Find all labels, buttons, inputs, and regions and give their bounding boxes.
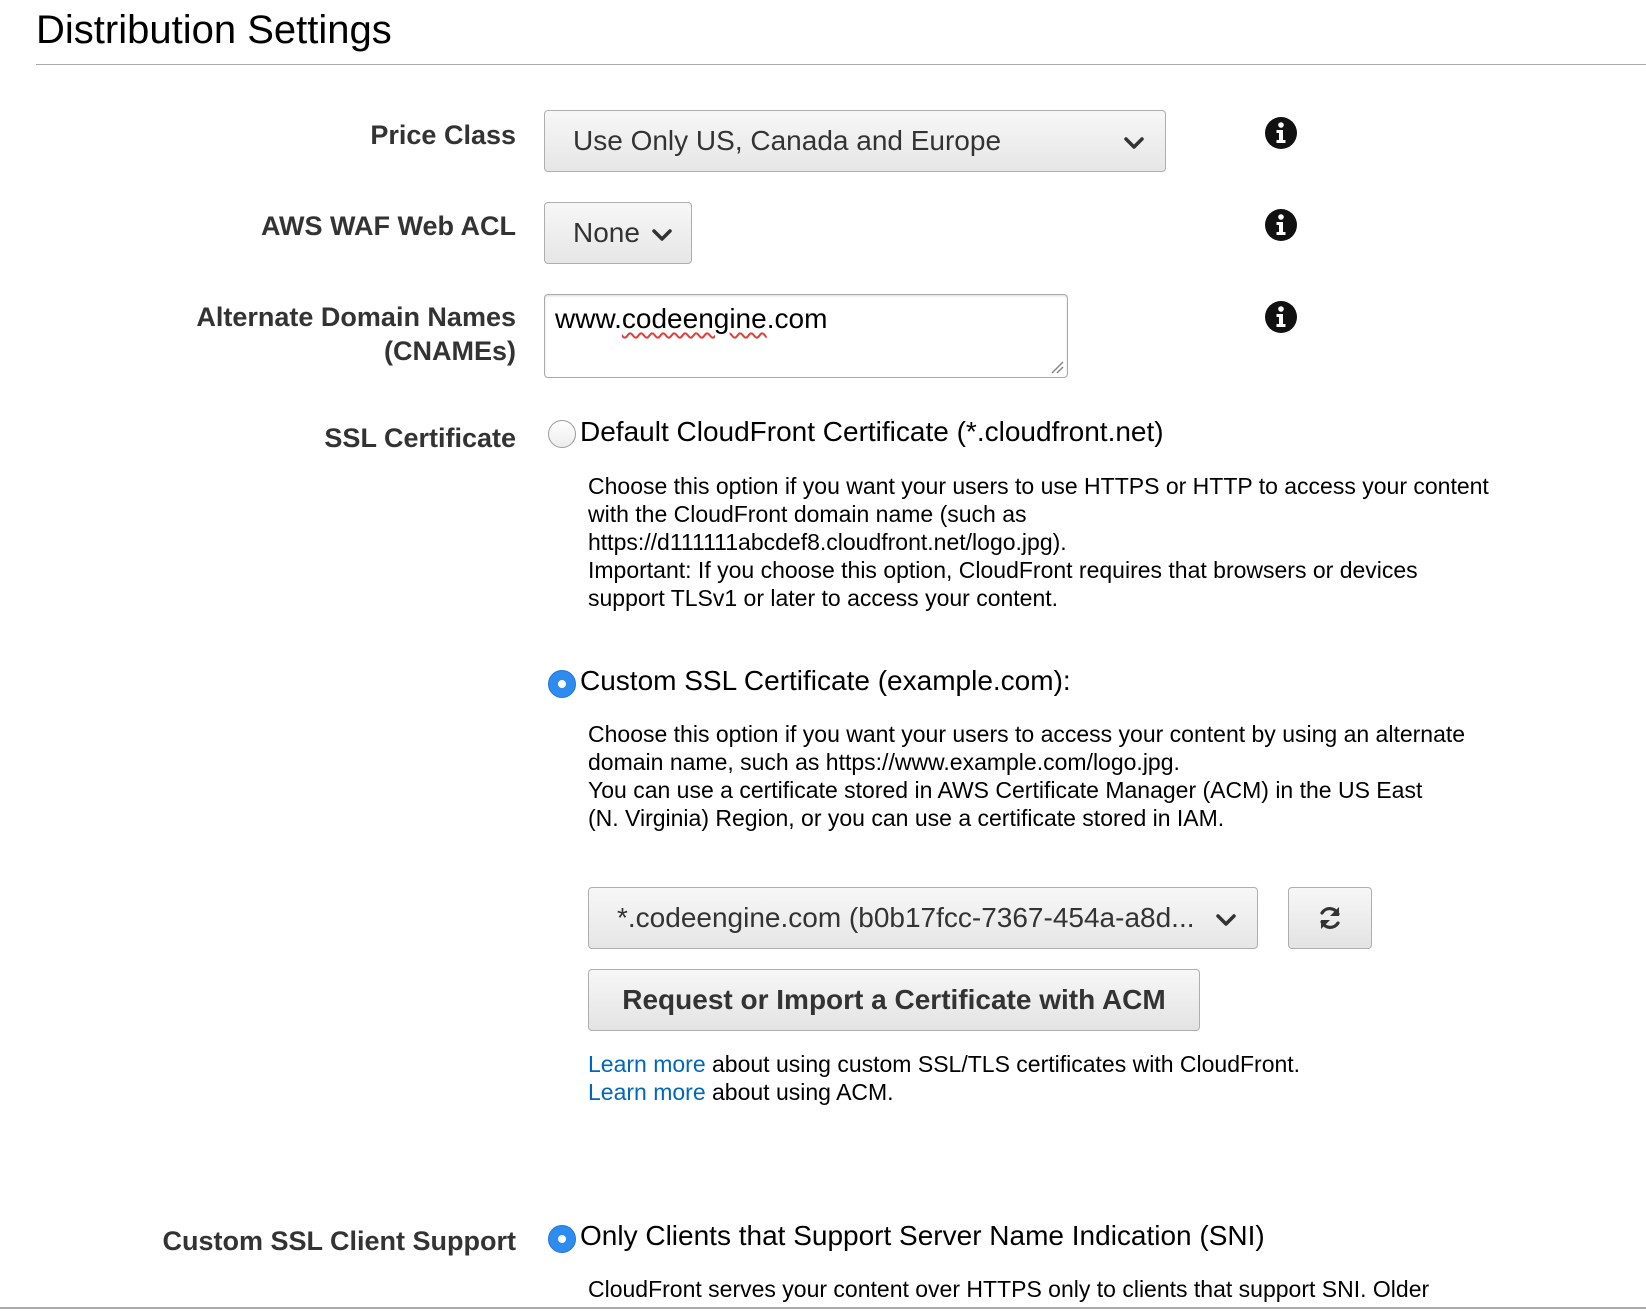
title-divider	[36, 64, 1646, 65]
sni-only-radio[interactable]	[548, 1225, 576, 1253]
client-support-label: Custom SSL Client Support	[162, 1226, 516, 1256]
cnames-info-icon[interactable]	[1264, 300, 1298, 334]
refresh-icon	[1320, 907, 1340, 929]
description-line: Important: If you choose this option, Cl…	[588, 557, 1418, 583]
description-line: Choose this option if you want your user…	[588, 721, 1466, 747]
page-title: Distribution Settings	[36, 8, 392, 52]
cnames-textarea[interactable]: www.codeengine.com	[544, 294, 1068, 378]
certificate-select[interactable]: *.codeengine.com (b0b17fcc-7367-454a-a8d…	[588, 887, 1258, 949]
default-certificate-description: Choose this option if you want your user…	[588, 472, 1489, 612]
learn-more-acm-text: about using ACM.	[705, 1079, 894, 1105]
description-line: domain name, such as https://www.example…	[588, 749, 1180, 775]
price-class-select[interactable]: Use Only US, Canada and Europe	[544, 110, 1166, 172]
learn-more-section: Learn more about using custom SSL/TLS ce…	[588, 1050, 1300, 1106]
waf-info-icon[interactable]	[1264, 208, 1298, 242]
refresh-certificates-button[interactable]	[1288, 887, 1372, 949]
learn-more-line-1: Learn more about using custom SSL/TLS ce…	[588, 1050, 1300, 1078]
default-certificate-radio[interactable]	[548, 420, 576, 448]
waf-select[interactable]: None	[544, 202, 692, 264]
distribution-settings-page: Distribution Settings Price Class Use On…	[0, 0, 1646, 1316]
custom-certificate-radio[interactable]	[548, 670, 576, 698]
description-line: https://d111111abcdef8.cloudfront.net/lo…	[588, 529, 1067, 555]
description-line: support TLSv1 or later to access your co…	[588, 585, 1059, 611]
chevron-down-icon	[1124, 137, 1144, 149]
default-certificate-label[interactable]: Default CloudFront Certificate (*.cloudf…	[580, 415, 1164, 449]
cnames-label: Alternate Domain Names (CNAMEs)	[196, 300, 516, 368]
cnames-label-line1: Alternate Domain Names	[196, 302, 516, 332]
cnames-label-line2: (CNAMEs)	[384, 336, 516, 366]
description-line: (N. Virginia) Region, or you can use a c…	[588, 805, 1225, 831]
certificate-value: *.codeengine.com (b0b17fcc-7367-454a-a8d…	[617, 902, 1195, 933]
learn-more-ssl-link[interactable]: Learn more	[588, 1051, 706, 1077]
learn-more-acm-link[interactable]: Learn more	[588, 1079, 706, 1105]
learn-more-ssl-text: about using custom SSL/TLS certificates …	[705, 1051, 1301, 1077]
waf-value: None	[573, 217, 640, 248]
waf-label: AWS WAF Web ACL	[261, 211, 516, 241]
bottom-divider	[0, 1307, 1646, 1309]
request-import-acm-button[interactable]: Request or Import a Certificate with ACM	[588, 969, 1200, 1031]
description-line: Choose this option if you want your user…	[588, 473, 1489, 499]
resize-grip-icon[interactable]	[1050, 360, 1064, 374]
description-line: CloudFront serves your content over HTTP…	[588, 1276, 1430, 1302]
cnames-value-misspelled: codeengine	[621, 303, 767, 334]
price-class-label: Price Class	[370, 120, 516, 150]
learn-more-line-2: Learn more about using ACM.	[588, 1078, 1300, 1106]
cnames-value-prefix: www.	[555, 303, 622, 334]
price-class-info-icon[interactable]	[1264, 116, 1298, 150]
cnames-value-suffix: .com	[766, 303, 828, 334]
sni-only-label[interactable]: Only Clients that Support Server Name In…	[580, 1219, 1265, 1253]
ssl-certificate-label: SSL Certificate	[324, 423, 516, 453]
price-class-value: Use Only US, Canada and Europe	[573, 125, 1002, 156]
custom-certificate-label[interactable]: Custom SSL Certificate (example.com):	[580, 664, 1071, 698]
sni-description: CloudFront serves your content over HTTP…	[588, 1275, 1429, 1303]
custom-certificate-description: Choose this option if you want your user…	[588, 720, 1465, 832]
description-line: with the CloudFront domain name (such as	[588, 501, 1027, 527]
description-line: You can use a certificate stored in AWS …	[588, 777, 1423, 803]
chevron-down-icon	[652, 229, 672, 241]
chevron-down-icon	[1216, 914, 1236, 926]
